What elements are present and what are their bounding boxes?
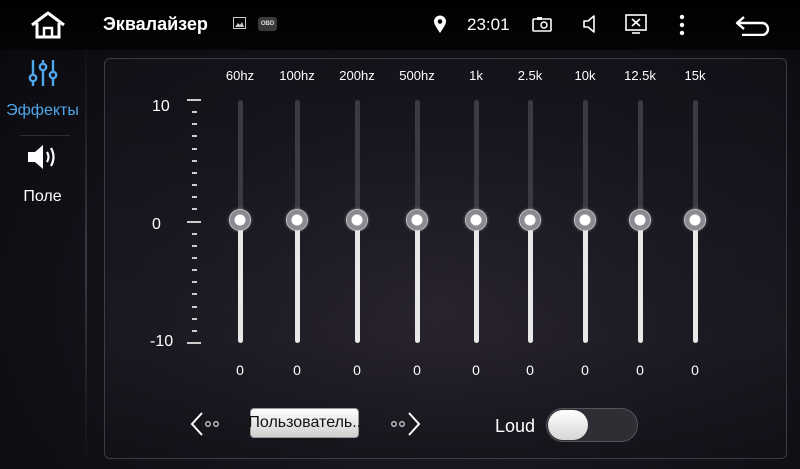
preset-button[interactable]: Пользователь... xyxy=(248,408,366,438)
sidebar-item-field[interactable]: Поле xyxy=(0,142,85,206)
status-bar: Эквалайзер OBD 23:01 xyxy=(0,0,800,50)
band-value-label: 0 xyxy=(353,362,361,378)
sidebar: Эффекты Поле xyxy=(0,50,88,469)
band-value-label: 0 xyxy=(581,362,589,378)
sidebar-item-label: Поле xyxy=(23,188,62,205)
toggle-knob xyxy=(548,410,588,440)
preset-label: Пользователь... xyxy=(248,414,366,431)
scale-tick xyxy=(192,172,197,174)
obd-badge: OBD xyxy=(258,17,277,31)
slider-track xyxy=(474,100,479,220)
slider-fill xyxy=(693,220,698,343)
location-icon xyxy=(432,14,448,34)
band-value-label: 0 xyxy=(472,362,480,378)
slider-fill xyxy=(238,220,243,343)
band-frequency-label: 1k xyxy=(469,68,483,83)
slider-fill xyxy=(474,220,479,343)
slider-knob[interactable] xyxy=(406,209,428,231)
scale-min-label: -10 xyxy=(150,333,174,350)
band-frequency-label: 2.5k xyxy=(517,68,543,83)
scale-tick xyxy=(192,196,197,198)
screen-off-icon[interactable] xyxy=(624,12,648,36)
scale-tick xyxy=(192,269,197,271)
band-value-label: 0 xyxy=(293,362,301,378)
page-title: Эквалайзер xyxy=(103,14,208,34)
slider-track xyxy=(583,100,588,220)
scale-tick xyxy=(192,233,197,235)
slider-fill xyxy=(583,220,588,343)
slider-knob[interactable] xyxy=(574,209,596,231)
scale-tick xyxy=(192,318,197,320)
slider-knob[interactable] xyxy=(684,209,706,231)
sidebar-item-label: Эффекты xyxy=(6,102,79,119)
slider-track xyxy=(295,100,300,220)
scale-tick xyxy=(192,111,197,113)
band-frequency-label: 100hz xyxy=(279,68,315,83)
equalizer-panel xyxy=(104,58,787,459)
camera-icon[interactable] xyxy=(531,15,553,33)
speaker-icon xyxy=(0,142,85,176)
scale-mid-label: 0 xyxy=(152,216,161,233)
scale-tick xyxy=(192,135,197,137)
slider-fill xyxy=(528,220,533,343)
scale-tick xyxy=(187,99,201,101)
band-frequency-label: 500hz xyxy=(399,68,435,83)
equalizer-icon xyxy=(0,58,85,92)
sidebar-divider xyxy=(85,50,87,469)
image-icon xyxy=(232,16,246,30)
volume-icon[interactable] xyxy=(581,13,601,35)
band-value-label: 0 xyxy=(691,362,699,378)
slider-knob[interactable] xyxy=(286,209,308,231)
preset-prev-button[interactable] xyxy=(188,410,224,438)
more-menu-icon[interactable] xyxy=(676,13,688,37)
scale-tick xyxy=(192,293,197,295)
scale-max-label: 10 xyxy=(152,98,170,115)
scale-tick xyxy=(192,257,197,259)
scale-tick xyxy=(192,123,197,125)
scale-tick xyxy=(192,184,197,186)
preset-next-button[interactable] xyxy=(388,410,424,438)
scale-tick xyxy=(192,245,197,247)
home-icon[interactable] xyxy=(27,9,69,41)
scale-tick xyxy=(192,208,197,210)
divider xyxy=(20,135,70,136)
scale-tick xyxy=(192,330,197,332)
loud-toggle[interactable] xyxy=(546,408,638,442)
band-value-label: 0 xyxy=(526,362,534,378)
band-value-label: 0 xyxy=(236,362,244,378)
slider-knob[interactable] xyxy=(465,209,487,231)
slider-track xyxy=(355,100,360,220)
slider-track xyxy=(238,100,243,220)
scale-tick xyxy=(192,148,197,150)
scale-tick xyxy=(192,306,197,308)
slider-fill xyxy=(415,220,420,343)
band-frequency-label: 200hz xyxy=(339,68,375,83)
scale-tick xyxy=(192,281,197,283)
slider-track xyxy=(638,100,643,220)
band-frequency-label: 60hz xyxy=(225,68,255,83)
clock: 23:01 xyxy=(467,15,510,34)
slider-fill xyxy=(638,220,643,343)
band-value-label: 0 xyxy=(636,362,644,378)
slider-fill xyxy=(355,220,360,343)
slider-track xyxy=(528,100,533,220)
scale-tick xyxy=(192,160,197,162)
scale-tick xyxy=(187,221,201,223)
back-icon[interactable] xyxy=(733,13,773,37)
slider-track xyxy=(693,100,698,220)
slider-knob[interactable] xyxy=(346,209,368,231)
scale-tick xyxy=(187,342,201,344)
slider-knob[interactable] xyxy=(519,209,541,231)
band-frequency-label: 10k xyxy=(574,68,596,83)
band-frequency-label: 15k xyxy=(684,68,706,83)
slider-knob[interactable] xyxy=(629,209,651,231)
band-value-label: 0 xyxy=(413,362,421,378)
band-frequency-label: 12.5k xyxy=(624,68,656,83)
slider-knob[interactable] xyxy=(229,209,251,231)
slider-fill xyxy=(295,220,300,343)
slider-track xyxy=(415,100,420,220)
sidebar-item-effects[interactable]: Эффекты xyxy=(0,58,85,120)
loud-label: Loud xyxy=(495,416,536,436)
